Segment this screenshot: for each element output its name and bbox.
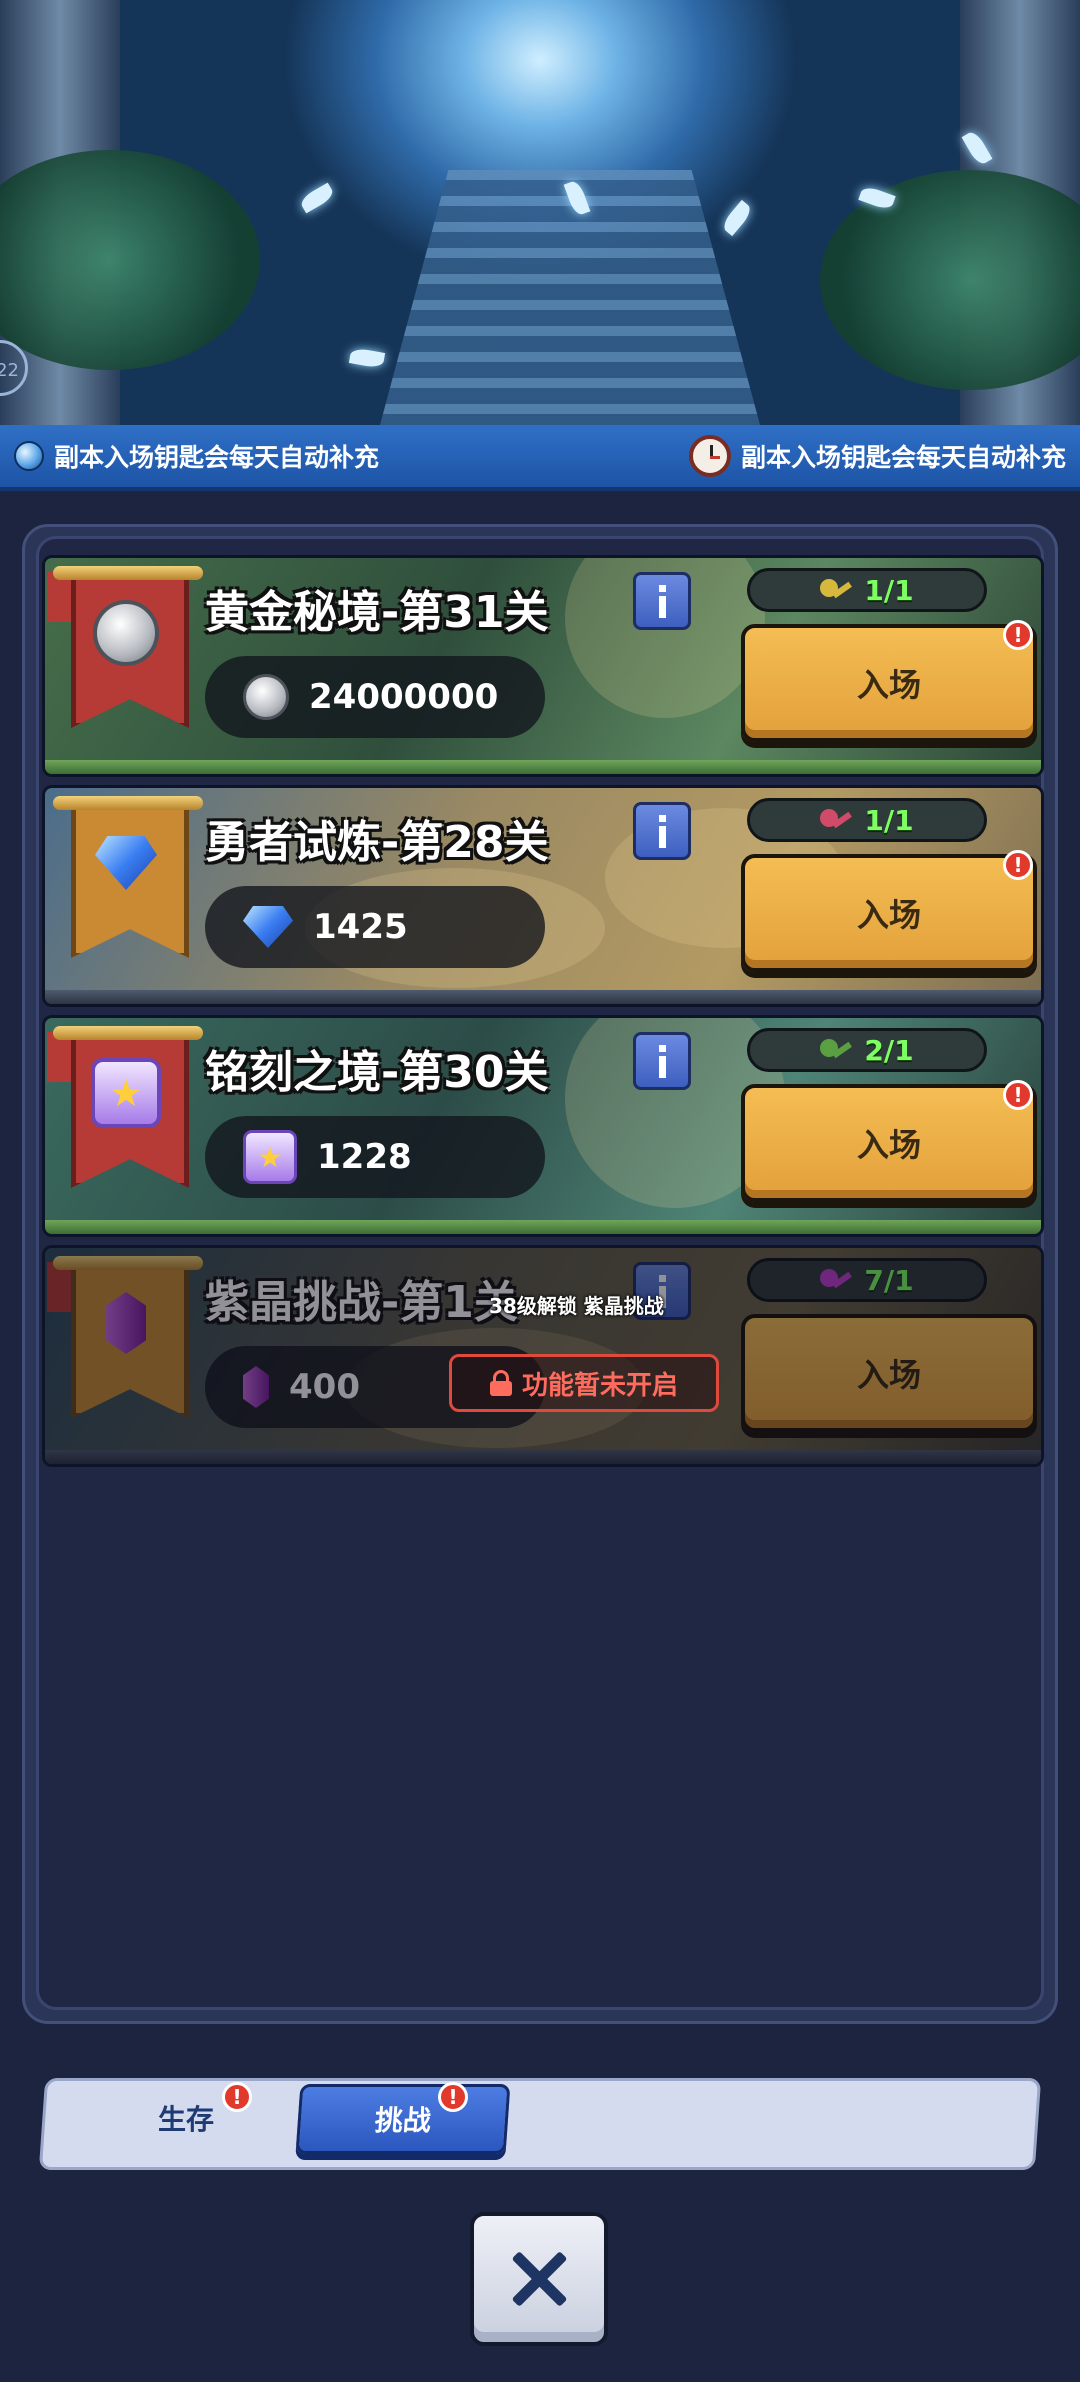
tab-survival-alert-badge: ! bbox=[222, 2082, 252, 2112]
blue-gem-icon bbox=[91, 828, 161, 898]
enter-button[interactable]: 入场 bbox=[741, 854, 1037, 972]
lock-icon bbox=[489, 1370, 512, 1396]
dungeon-row-amethyst: 紫晶挑战-第1关 400 7/1 入场 38级解锁 紫晶挑战 功能暂未开启 bbox=[42, 1245, 1044, 1467]
unlock-requirement: 38级解锁 紫晶挑战 bbox=[489, 1294, 664, 1318]
clock-icon bbox=[688, 435, 731, 477]
row-base-strip bbox=[45, 1220, 1041, 1234]
hero-banner: 22 bbox=[0, 0, 1080, 425]
foliage bbox=[0, 150, 260, 370]
tab-survival[interactable]: 生存 bbox=[158, 2098, 214, 2138]
reward-amount: 24000000 bbox=[309, 677, 499, 717]
key-icon bbox=[820, 575, 850, 605]
tab-challenge-alert-badge: ! bbox=[438, 2082, 468, 2112]
notice-left: 副本入场钥匙会每天自动补充 bbox=[14, 438, 379, 474]
dungeon-row-gold: 黄金秘境-第31关 24000000 1/1 入场 ! bbox=[42, 555, 1044, 777]
purple-crystal-icon bbox=[91, 1288, 161, 1358]
reward-pill: 24000000 bbox=[205, 656, 545, 738]
dungeon-title: 勇者试炼-第28关 bbox=[205, 817, 549, 868]
notice-right-text: 副本入场钥匙会每天自动补充 bbox=[740, 443, 1066, 472]
banner-rod bbox=[53, 1256, 203, 1270]
notice-left-text: 副本入场钥匙会每天自动补充 bbox=[54, 443, 380, 472]
info-button[interactable] bbox=[633, 1032, 691, 1090]
key-count: 1/1 bbox=[747, 798, 987, 842]
purple-crystal-icon bbox=[243, 1366, 269, 1408]
enter-button[interactable]: 入场 bbox=[741, 1084, 1037, 1202]
tab-challenge[interactable]: 挑战 bbox=[295, 2084, 511, 2154]
dungeon-title: 紫晶挑战-第1关 bbox=[205, 1277, 518, 1328]
key-orb-icon bbox=[14, 441, 44, 471]
locked-label: 功能暂未开启 bbox=[521, 1370, 678, 1401]
dungeon-row-hero: 勇者试炼-第28关 1425 1/1 入场 ! bbox=[42, 785, 1044, 1007]
reward-pill: 1425 bbox=[205, 886, 545, 968]
reward-amount: 1228 bbox=[317, 1137, 412, 1177]
key-count-text: 1/1 bbox=[864, 573, 914, 607]
stairs bbox=[380, 170, 760, 425]
alert-badge: ! bbox=[1003, 850, 1033, 880]
star-badge-icon: ★ bbox=[243, 1130, 297, 1184]
alert-badge: ! bbox=[1003, 1080, 1033, 1110]
petal bbox=[348, 347, 386, 369]
info-button[interactable] bbox=[633, 802, 691, 860]
row-base-strip bbox=[45, 990, 1041, 1004]
star-badge-icon: ★ bbox=[91, 1058, 161, 1128]
notice-bar: 副本入场钥匙会每天自动补充 副本入场钥匙会每天自动补充 bbox=[0, 425, 1080, 491]
close-button[interactable] bbox=[470, 2212, 608, 2346]
reward-pill: ★ 1228 bbox=[205, 1116, 545, 1198]
enter-button[interactable]: 入场 bbox=[741, 624, 1037, 742]
blue-gem-icon bbox=[243, 906, 293, 948]
dungeon-title: 铭刻之境-第30关 bbox=[205, 1047, 549, 1098]
notice-right: 副本入场钥匙会每天自动补充 bbox=[688, 435, 1066, 477]
foliage bbox=[820, 170, 1080, 390]
key-count: 1/1 bbox=[747, 568, 987, 612]
close-icon bbox=[509, 2249, 569, 2309]
row-base-strip bbox=[45, 760, 1041, 774]
enter-button[interactable]: 入场 bbox=[741, 1314, 1037, 1432]
locked-notice: 功能暂未开启 bbox=[449, 1354, 719, 1412]
key-icon bbox=[820, 1265, 850, 1295]
alert-badge: ! bbox=[1003, 620, 1033, 650]
petal bbox=[719, 199, 755, 237]
banner-rod bbox=[53, 796, 203, 810]
reward-amount: 400 bbox=[289, 1367, 360, 1407]
banner-rod bbox=[53, 1026, 203, 1040]
key-count: 7/1 bbox=[747, 1258, 987, 1302]
dungeon-title: 黄金秘境-第31关 bbox=[205, 587, 549, 638]
banner-rod bbox=[53, 566, 203, 580]
dungeon-row-inscription: ★ 铭刻之境-第30关 ★ 1228 2/1 入场 ! bbox=[42, 1015, 1044, 1237]
reward-amount: 1425 bbox=[313, 907, 408, 947]
silver-coin-icon bbox=[243, 674, 289, 720]
key-count: 2/1 bbox=[747, 1028, 987, 1072]
key-count-text: 1/1 bbox=[864, 803, 914, 837]
silver-coin-icon bbox=[91, 598, 161, 668]
key-icon bbox=[820, 805, 850, 835]
info-button[interactable] bbox=[633, 572, 691, 630]
petal bbox=[298, 182, 336, 214]
key-icon bbox=[820, 1035, 850, 1065]
row-base-strip bbox=[45, 1450, 1041, 1464]
key-count-text: 7/1 bbox=[864, 1263, 914, 1297]
key-count-text: 2/1 bbox=[864, 1033, 914, 1067]
